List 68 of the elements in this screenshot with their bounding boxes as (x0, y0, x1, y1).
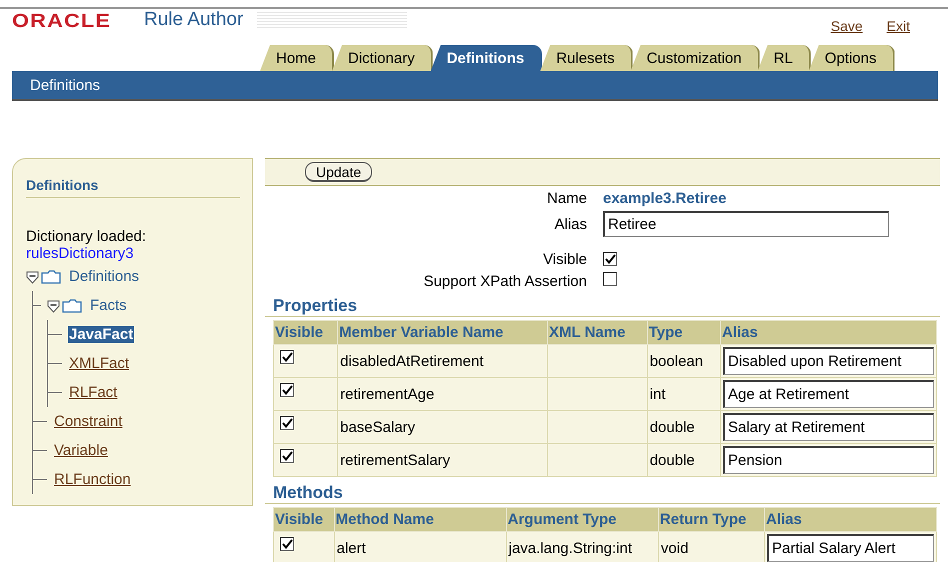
checkbox[interactable] (603, 272, 617, 286)
alias-field[interactable]: Disabled upon Retirement (723, 347, 934, 375)
tree-item-link[interactable]: RLFact (68, 384, 118, 401)
tab[interactable]: Options (808, 45, 894, 71)
tree-item-link[interactable]: Constraint (53, 413, 124, 430)
table-cell: retirementAge (338, 378, 548, 410)
alias-field[interactable]: Salary at Retirement (723, 413, 934, 441)
table-cell: alert (334, 532, 506, 562)
column-header: Method Name (334, 508, 506, 532)
field-label: Visible (542, 250, 587, 268)
tree-folder-label[interactable]: Definitions (69, 268, 140, 285)
column-header: Alias (764, 508, 936, 532)
tab[interactable]: Dictionary (332, 45, 433, 71)
table-cell: void (658, 532, 764, 562)
column-header: Argument Type (506, 508, 658, 532)
name-value: example3.Retiree (603, 190, 728, 206)
page-title-bar: Definitions (12, 71, 938, 101)
tab[interactable]: RL (758, 45, 811, 71)
column-header: Member Variable Name (338, 320, 548, 344)
header-link[interactable]: Save (830, 18, 863, 34)
field-label: Alias (553, 214, 587, 234)
column-header: Visible (274, 508, 334, 532)
alias-field[interactable]: Age at Retirement (723, 380, 934, 408)
dictionary-label: Dictionary loaded: (26, 228, 148, 245)
table-cell: baseSalary (338, 410, 548, 444)
column-header: Type (647, 320, 720, 344)
collapse-icon[interactable] (26, 270, 39, 284)
table-cell: int (647, 378, 720, 410)
table-cell: boolean (647, 344, 720, 378)
tree-item-link[interactable]: Variable (53, 442, 109, 459)
table-cell: java.lang.String:int (506, 532, 658, 562)
section-title: Methods (265, 483, 940, 504)
checkbox[interactable] (280, 537, 294, 551)
checkbox[interactable] (280, 350, 294, 364)
checkbox[interactable] (280, 449, 294, 463)
sidebar-title: Definitions (26, 177, 240, 198)
table-cell: disabledAtRetirement (338, 344, 548, 378)
tree-folder-label[interactable]: Facts (90, 297, 127, 314)
header-link[interactable]: Exit (886, 18, 910, 34)
checkbox[interactable] (280, 416, 294, 430)
tree-item-link[interactable]: RLFunction (53, 471, 132, 488)
field-label: Name (546, 188, 587, 208)
table-cell: retirementSalary (338, 444, 548, 476)
section-title: Properties (265, 296, 940, 317)
tab[interactable]: Definitions (430, 45, 542, 71)
tab[interactable]: Customization (630, 45, 760, 71)
field-label: Support XPath Assertion (422, 272, 587, 292)
folder-icon (41, 270, 61, 284)
column-header: Visible (274, 320, 338, 344)
checkbox[interactable] (280, 383, 294, 397)
collapse-icon[interactable] (47, 298, 60, 312)
alias-field[interactable]: Pension (723, 446, 934, 474)
tree-item-link[interactable]: JavaFact (68, 326, 134, 343)
app-title: Rule Author (144, 9, 244, 31)
tab[interactable]: Home (260, 45, 334, 71)
update-button[interactable]: Update (305, 162, 372, 182)
tree-item-link[interactable]: XMLFact (68, 355, 130, 372)
table-cell: double (647, 444, 720, 476)
alias-field[interactable]: Retiree (603, 211, 889, 237)
folder-icon (62, 298, 82, 312)
tab[interactable]: Rulesets (540, 45, 633, 71)
alias-field[interactable]: Partial Salary Alert (767, 534, 934, 562)
column-header: Alias (720, 320, 936, 344)
dictionary-link[interactable]: rulesDictionary3 (26, 245, 240, 262)
column-header: Return Type (658, 508, 764, 532)
table-cell: double (647, 410, 720, 444)
column-header: XML Name (548, 320, 648, 344)
checkbox[interactable] (603, 252, 617, 266)
